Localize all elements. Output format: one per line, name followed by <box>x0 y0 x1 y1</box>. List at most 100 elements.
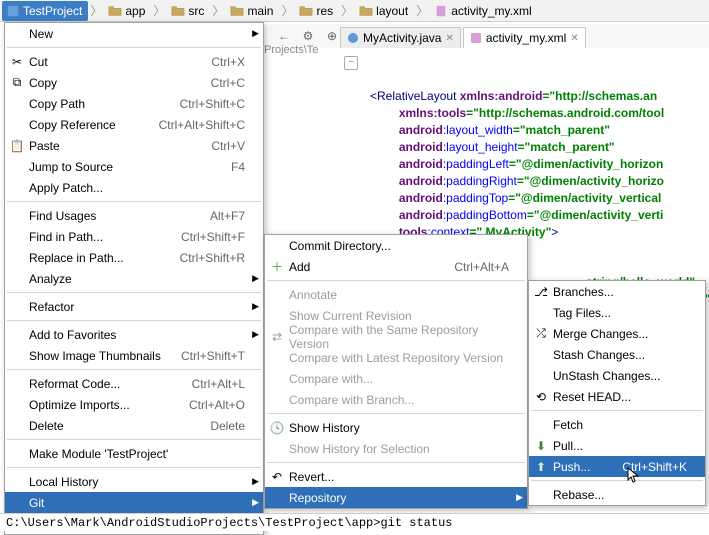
menu-item-commit-directory[interactable]: Commit Directory... <box>265 235 527 256</box>
menu-separator <box>267 462 525 463</box>
plus-icon: ＋ <box>269 259 285 275</box>
menu-item-repository[interactable]: Repository▶ <box>265 487 527 508</box>
menu-item-copy[interactable]: ⧉CopyCtrl+C <box>5 72 263 93</box>
menu-separator <box>7 201 261 202</box>
menu-label: Git <box>29 496 44 510</box>
tab-myactivity[interactable]: MyActivity.java ✕ <box>340 27 461 48</box>
breadcrumb-separator: 〉 <box>281 2 293 19</box>
menu-label: Cut <box>29 55 48 69</box>
code-token: RelativeLayout <box>377 89 460 103</box>
breadcrumb-item-app[interactable]: app <box>104 1 151 21</box>
menu-separator <box>7 369 261 370</box>
history-icon: 🕓 <box>269 420 285 436</box>
gear-icon[interactable]: ⚙ <box>298 26 318 46</box>
menu-item-analyze[interactable]: Analyze▶ <box>5 268 263 289</box>
breadcrumb-item-src[interactable]: src <box>167 1 210 21</box>
menu-label: Reformat Code... <box>29 377 120 391</box>
menu-item-branches[interactable]: ⎇Branches... <box>529 281 705 302</box>
menu-label: Refactor <box>29 300 74 314</box>
submenu-arrow-icon: ▶ <box>252 329 259 340</box>
merge-icon: ⤮ <box>533 326 549 342</box>
menu-item-annotate: Annotate <box>265 284 527 305</box>
menu-separator <box>7 320 261 321</box>
breadcrumb-item-res[interactable]: res <box>295 1 339 21</box>
menu-item-unstash-changes[interactable]: UnStash Changes... <box>529 365 705 386</box>
menu-label: UnStash Changes... <box>553 369 660 383</box>
menu-item-git[interactable]: Git▶ <box>5 492 263 513</box>
menu-item-make-module[interactable]: Make Module 'TestProject' <box>5 443 263 464</box>
tab-activity-my-xml[interactable]: activity_my.xml ✕ <box>463 27 586 48</box>
menu-separator <box>267 280 525 281</box>
code-token: android <box>399 191 443 205</box>
fold-icon[interactable]: − <box>344 56 358 70</box>
menu-item-cut[interactable]: ✂CutCtrl+X <box>5 51 263 72</box>
menu-item-find-in-path[interactable]: Find in Path...Ctrl+Shift+F <box>5 226 263 247</box>
menu-label: Push... <box>553 460 590 474</box>
menu-item-reformat-code[interactable]: Reformat Code...Ctrl+Alt+L <box>5 373 263 394</box>
menu-item-tag-files[interactable]: Tag Files... <box>529 302 705 323</box>
code-token: ="@dimen/activity_horizo <box>517 174 664 188</box>
menu-item-fetch[interactable]: Fetch <box>529 414 705 435</box>
menu-label: Merge Changes... <box>553 327 648 341</box>
submenu-arrow-icon: ▶ <box>252 301 259 312</box>
menu-label: Reset HEAD... <box>553 390 631 404</box>
tab-label: activity_my.xml <box>486 31 566 45</box>
menu-item-copy-reference[interactable]: Copy ReferenceCtrl+Alt+Shift+C <box>5 114 263 135</box>
menu-item-jump-to-source[interactable]: Jump to SourceF4 <box>5 156 263 177</box>
menu-item-optimize-imports[interactable]: Optimize Imports...Ctrl+Alt+O <box>5 394 263 415</box>
breadcrumb-item-project[interactable]: TestProject <box>2 1 88 21</box>
menu-item-find-usages[interactable]: Find UsagesAlt+F7 <box>5 205 263 226</box>
menu-item-merge-changes[interactable]: ⤮ Merge Changes... <box>529 323 705 344</box>
menu-item-replace-in-path[interactable]: Replace in Path...Ctrl+Shift+R <box>5 247 263 268</box>
menu-item-compare-same-repo: ⇄Compare with the Same Repository Versio… <box>265 326 527 347</box>
menu-label: Fetch <box>553 418 583 432</box>
breadcrumb-item-layout[interactable]: layout <box>355 1 414 21</box>
menu-label: Show Current Revision <box>289 309 412 323</box>
breadcrumb-separator: 〉 <box>153 2 165 19</box>
menu-item-show-image-thumbnails[interactable]: Show Image ThumbnailsCtrl+Shift+T <box>5 345 263 366</box>
menu-shortcut: Ctrl+X <box>211 55 245 69</box>
menu-item-apply-patch[interactable]: Apply Patch... <box>5 177 263 198</box>
menu-item-rebase[interactable]: Rebase... <box>529 484 705 505</box>
menu-item-add[interactable]: ＋AddCtrl+Alt+A <box>265 256 527 277</box>
menu-item-delete[interactable]: DeleteDelete <box>5 415 263 436</box>
target-icon[interactable]: ⊕ <box>322 26 342 46</box>
pull-icon: ⬇ <box>533 438 549 454</box>
menu-shortcut: Ctrl+Shift+F <box>181 230 245 244</box>
menu-item-local-history[interactable]: Local History▶ <box>5 471 263 492</box>
menu-item-new[interactable]: New▶ <box>5 23 263 44</box>
breadcrumb-separator: 〉 <box>341 2 353 19</box>
close-icon[interactable]: ✕ <box>570 33 578 44</box>
terminal-output[interactable]: C:\Users\Mark\AndroidStudioProjects\Test… <box>0 513 709 531</box>
context-menu-repository: ⎇Branches... Tag Files... ⤮ Merge Changes… <box>528 280 706 506</box>
breadcrumb-item-main[interactable]: main <box>226 1 279 21</box>
menu-label: Copy Path <box>29 97 85 111</box>
submenu-arrow-icon: ▶ <box>516 492 523 503</box>
menu-label: Optimize Imports... <box>29 398 130 412</box>
submenu-arrow-icon: ▶ <box>252 28 259 39</box>
menu-label: Copy <box>29 76 57 90</box>
context-menu-git: Commit Directory... ＋AddCtrl+Alt+A Annot… <box>264 234 528 509</box>
code-token: ="http://schemas.an <box>542 89 657 103</box>
menu-item-refactor[interactable]: Refactor ▶ <box>5 296 263 317</box>
menu-item-push[interactable]: ⬆Push...Ctrl+Shift+K <box>529 456 705 477</box>
menu-item-revert[interactable]: ↶Revert... <box>265 466 527 487</box>
code-token: :layout_width <box>443 123 513 137</box>
menu-separator <box>7 467 261 468</box>
menu-item-paste[interactable]: 📋PasteCtrl+V <box>5 135 263 156</box>
menu-item-stash-changes[interactable]: Stash Changes... <box>529 344 705 365</box>
close-icon[interactable]: ✕ <box>445 33 453 44</box>
code-token: :paddingLeft <box>443 157 509 171</box>
menu-label: Compare with Latest Repository Version <box>289 351 503 365</box>
menu-separator <box>267 413 525 414</box>
menu-item-copy-path[interactable]: Copy PathCtrl+Shift+C <box>5 93 263 114</box>
menu-item-add-to-favorites[interactable]: Add to Favorites▶ <box>5 324 263 345</box>
menu-label: Paste <box>29 139 60 153</box>
menu-item-pull[interactable]: ⬇Pull... <box>529 435 705 456</box>
menu-item-show-history[interactable]: 🕓Show History <box>265 417 527 438</box>
back-icon[interactable]: ← <box>274 26 294 46</box>
menu-item-reset-head[interactable]: ⟲Reset HEAD... <box>529 386 705 407</box>
breadcrumb-item-file[interactable]: activity_my.xml <box>430 1 537 21</box>
menu-item-compare-with: Compare with... <box>265 368 527 389</box>
menu-label: Jump to Source <box>29 160 113 174</box>
